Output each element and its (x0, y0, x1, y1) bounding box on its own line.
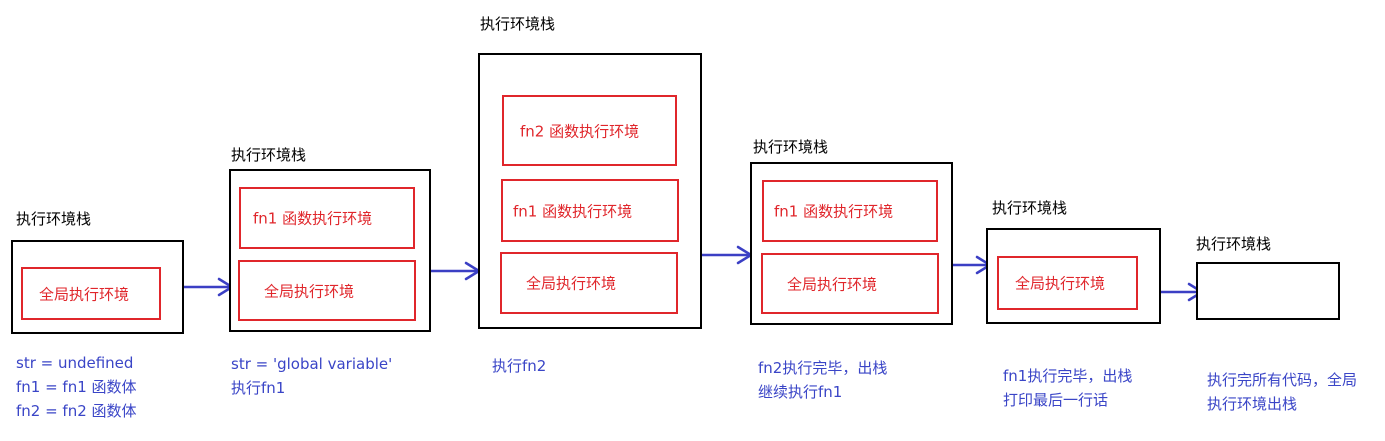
arrow-4-to-5 (950, 255, 992, 275)
stage-3-fn1-context: fn1 函数执行环境 (501, 179, 679, 242)
context-label: 全局执行环境 (39, 285, 130, 303)
note-line: 打印最后一行话 (1003, 391, 1109, 409)
stage-2-fn1-context: fn1 函数执行环境 (239, 187, 415, 249)
stage-5-global-context: 全局执行环境 (997, 256, 1138, 310)
stage-5-notes: fn1执行完毕，出栈 打印最后一行话 (1003, 364, 1132, 412)
note-line: 执行fn2 (492, 357, 547, 375)
note-line: 执行完所有代码，全局 (1207, 371, 1358, 389)
context-label: 全局执行环境 (1015, 274, 1106, 293)
stage-6-notes: 执行完所有代码，全局 执行环境出栈 (1207, 368, 1357, 416)
stage-2-global-context: 全局执行环境 (238, 260, 416, 321)
stage-6-title: 执行环境栈 (1196, 235, 1272, 253)
context-label: 全局执行环境 (526, 274, 617, 293)
stage-2-title: 执行环境栈 (231, 146, 307, 164)
stage-3-notes: 执行fn2 (492, 354, 546, 378)
context-label: fn1 函数执行环境 (513, 202, 633, 220)
stage-2-stack: fn1 函数执行环境 全局执行环境 (229, 169, 431, 332)
context-label: fn2 函数执行环境 (520, 122, 640, 140)
note-line: str = undefined (16, 354, 134, 372)
stage-2-notes: str = 'global variable' 执行fn1 (231, 352, 392, 400)
stage-4-fn1-context: fn1 函数执行环境 (762, 180, 938, 242)
stage-3-global-context: 全局执行环境 (500, 252, 678, 314)
context-label: fn1 函数执行环境 (774, 202, 894, 221)
stage-1-notes: str = undefined fn1 = fn1 函数体 fn2 = fn2 … (16, 351, 137, 423)
stage-1-stack: 全局执行环境 (11, 240, 184, 334)
arrow-1-to-2 (181, 277, 234, 297)
stage-1-title: 执行环境栈 (16, 210, 92, 228)
context-label: 全局执行环境 (787, 275, 878, 293)
stage-3-stack: fn2 函数执行环境 fn1 函数执行环境 全局执行环境 (478, 53, 702, 329)
note-line: 执行fn1 (231, 379, 286, 397)
stage-4-stack: fn1 函数执行环境 全局执行环境 (750, 162, 953, 325)
note-line: fn2执行完毕，出栈 (758, 359, 888, 377)
stage-1-global-context: 全局执行环境 (21, 267, 161, 320)
stage-3-title: 执行环境栈 (480, 15, 556, 33)
stage-4-title: 执行环境栈 (753, 138, 829, 156)
note-line: str = 'global variable' (231, 355, 393, 373)
note-line: 执行环境出栈 (1207, 395, 1298, 413)
context-label: fn1 函数执行环境 (253, 209, 373, 228)
stage-3-fn2-context: fn2 函数执行环境 (502, 95, 677, 166)
stage-5-stack: 全局执行环境 (986, 228, 1161, 324)
arrow-2-to-3 (428, 261, 481, 281)
context-label: 全局执行环境 (264, 282, 355, 300)
note-line: 继续执行fn1 (758, 383, 843, 401)
stage-4-notes: fn2执行完毕，出栈 继续执行fn1 (758, 356, 887, 404)
note-line: fn2 = fn2 函数体 (16, 402, 137, 420)
note-line: fn1 = fn1 函数体 (16, 378, 137, 396)
arrow-3-to-4 (699, 245, 753, 265)
stage-6-empty-stack (1196, 262, 1340, 320)
stage-4-global-context: 全局执行环境 (761, 253, 939, 314)
note-line: fn1执行完毕，出栈 (1003, 367, 1133, 385)
stage-5-title: 执行环境栈 (992, 199, 1068, 217)
